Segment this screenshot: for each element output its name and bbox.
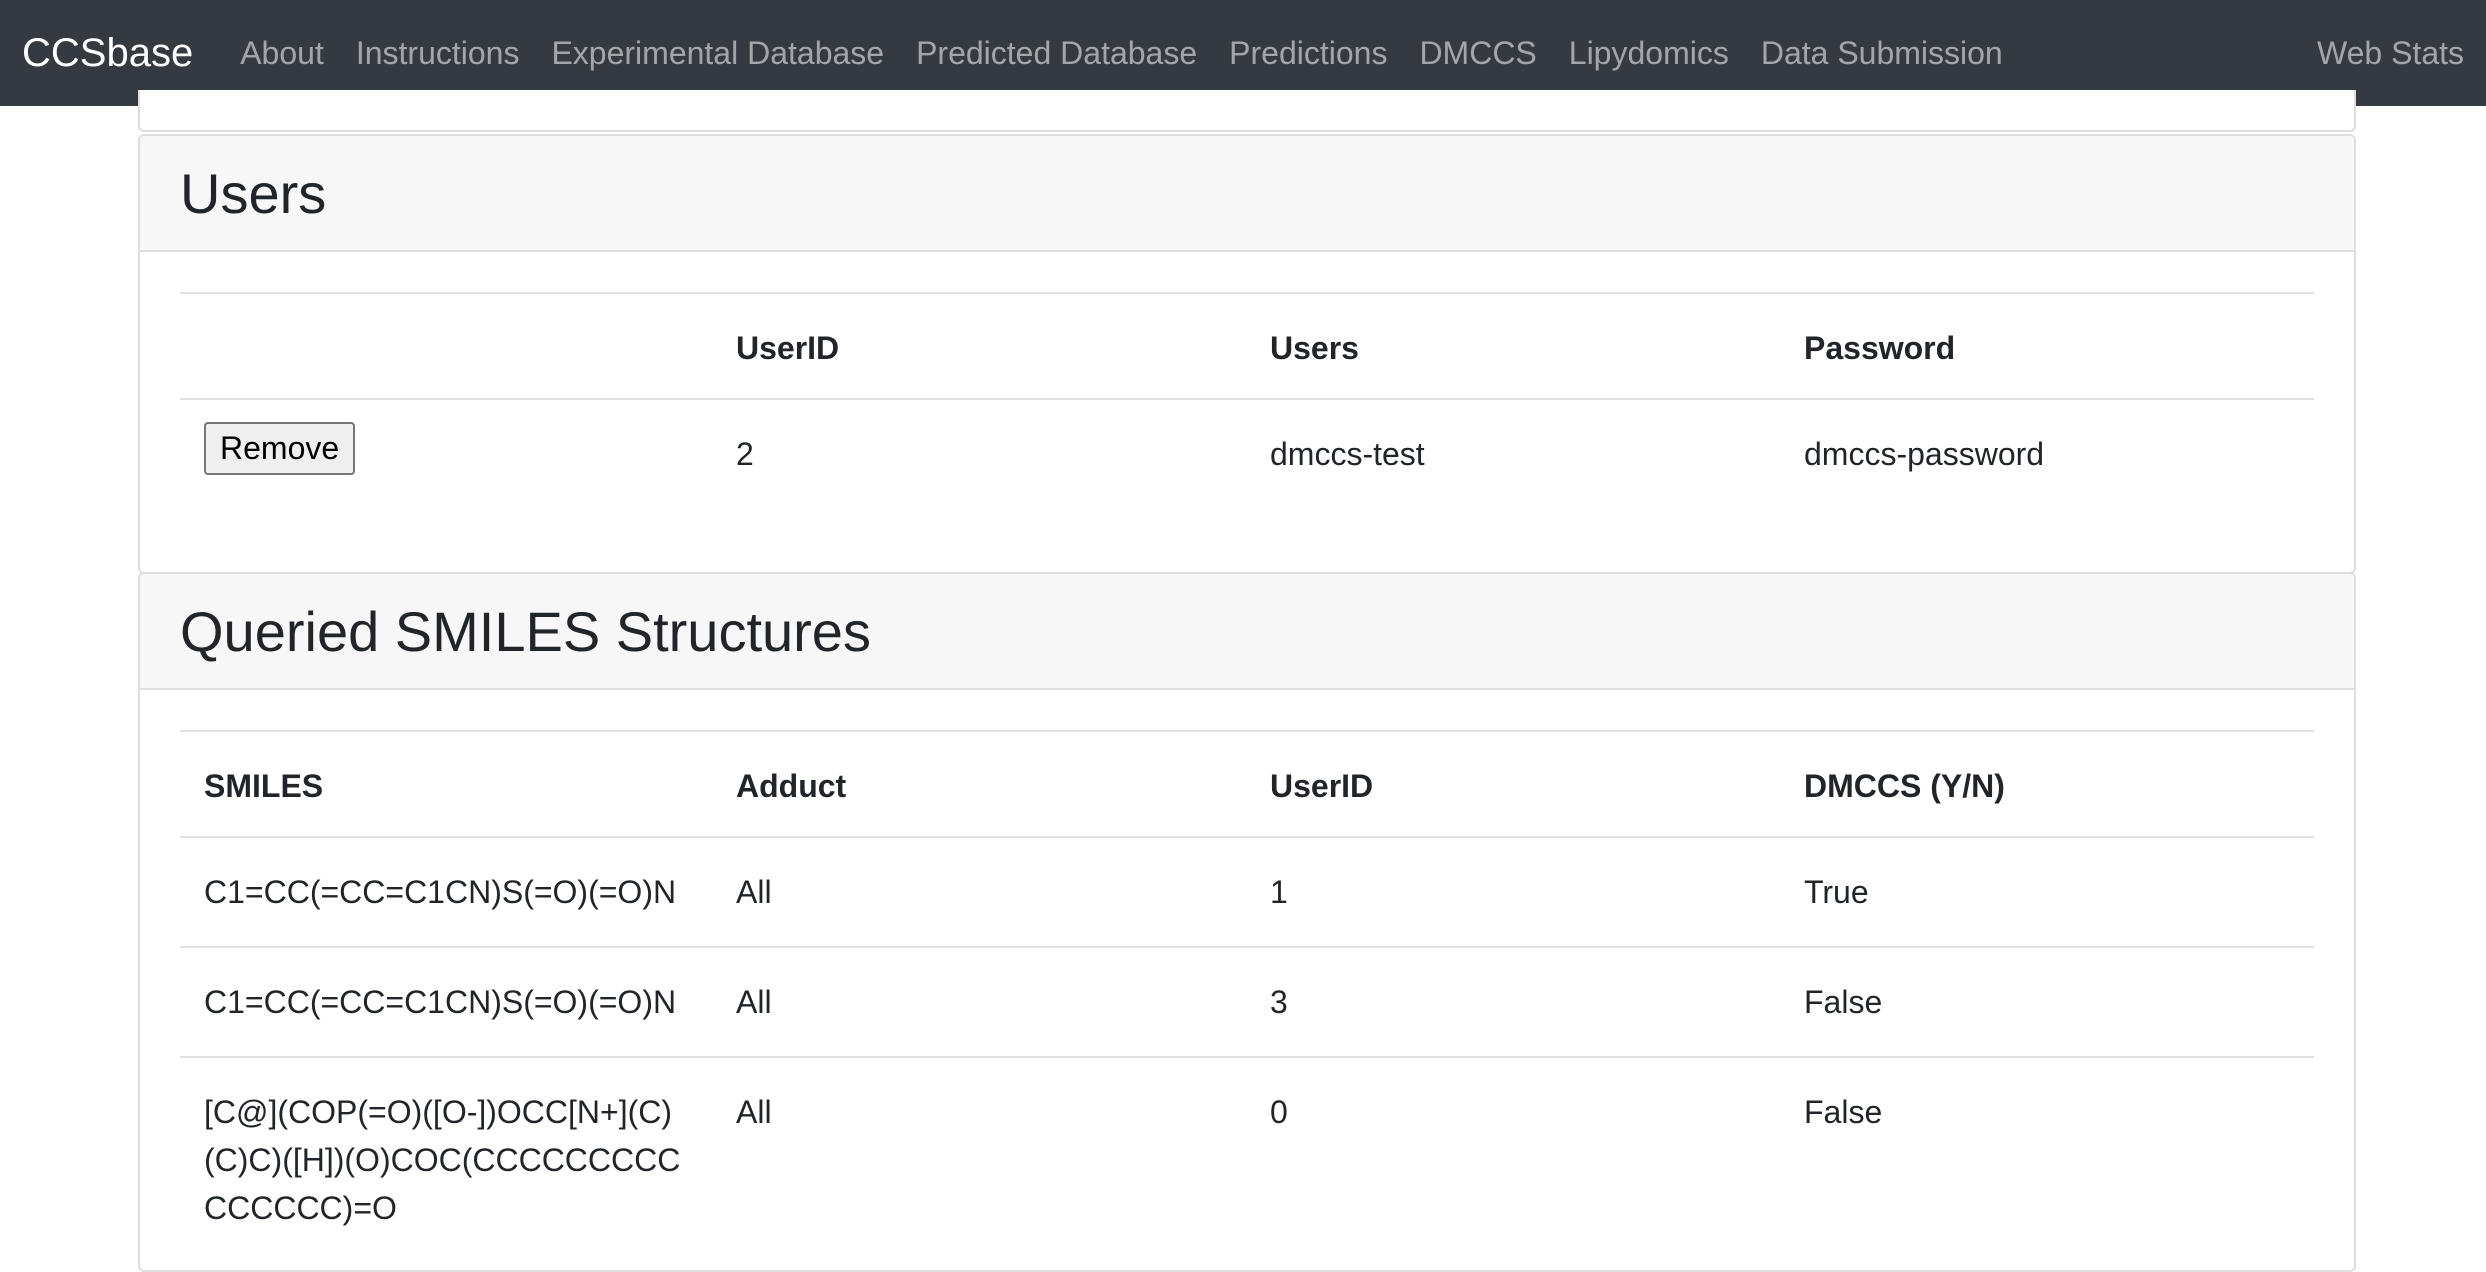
users-card: Users UserID Users Password Remove 2 dmc… <box>138 134 2356 574</box>
previous-card-edge <box>138 90 2356 132</box>
smiles-col-smiles: SMILES <box>180 730 712 838</box>
users-card-body: UserID Users Password Remove 2 dmccs-tes… <box>140 252 2354 508</box>
smiles-col-adduct: Adduct <box>712 730 1246 838</box>
smiles-card-header: Queried SMILES Structures <box>140 574 2354 690</box>
nav-web-stats[interactable]: Web Stats <box>2317 35 2464 72</box>
smiles-col-userid: UserID <box>1246 730 1780 838</box>
table-row: Remove 2 dmccs-test dmccs-password <box>180 398 2314 508</box>
nav-about[interactable]: About <box>240 35 324 72</box>
smiles-card: Queried SMILES Structures SMILES Adduct … <box>138 572 2356 1272</box>
nav-dmccs[interactable]: DMCCS <box>1419 35 1536 72</box>
users-card-title: Users <box>180 161 327 225</box>
nav-lipydomics[interactable]: Lipydomics <box>1569 35 1729 72</box>
smiles-cell: C1=CC(=CC=C1CN)S(=O)(=O)N <box>180 836 712 947</box>
dmccs-cell: False <box>1780 946 2314 1057</box>
users-username-cell: dmccs-test <box>1246 398 1780 508</box>
dmccs-cell: True <box>1780 836 2314 947</box>
nav-list: About Instructions Experimental Database… <box>240 35 2035 72</box>
nav-predictions[interactable]: Predictions <box>1229 35 1387 72</box>
users-col-action <box>180 292 712 400</box>
remove-user-button[interactable]: Remove <box>204 422 356 475</box>
users-password-cell: dmccs-password <box>1780 398 2314 508</box>
users-col-userid: UserID <box>712 292 1246 400</box>
table-row: [C@](COP(=O)([O-])OCC[N+](C)(C)C)([H])(O… <box>180 1056 2314 1262</box>
nav-predicted-database[interactable]: Predicted Database <box>916 35 1197 72</box>
users-col-users: Users <box>1246 292 1780 400</box>
nav-instructions[interactable]: Instructions <box>356 35 520 72</box>
users-col-password: Password <box>1780 292 2314 400</box>
smiles-cell: [C@](COP(=O)([O-])OCC[N+](C)(C)C)([H])(O… <box>180 1056 712 1262</box>
users-userid-cell: 2 <box>712 398 1246 508</box>
nav-data-submission[interactable]: Data Submission <box>1761 35 2003 72</box>
adduct-cell: All <box>712 836 1246 947</box>
smiles-table-header-row: SMILES Adduct UserID DMCCS (Y/N) <box>180 730 2314 838</box>
smiles-card-title: Queried SMILES Structures <box>180 599 871 663</box>
users-card-header: Users <box>140 136 2354 252</box>
users-table-header-row: UserID Users Password <box>180 292 2314 400</box>
table-row: C1=CC(=CC=C1CN)S(=O)(=O)N All 3 False <box>180 946 2314 1057</box>
smiles-table: SMILES Adduct UserID DMCCS (Y/N) C1=CC(=… <box>180 730 2314 1262</box>
userid-cell: 1 <box>1246 836 1780 947</box>
userid-cell: 0 <box>1246 1056 1780 1262</box>
users-action-cell: Remove <box>180 398 712 508</box>
smiles-card-body: SMILES Adduct UserID DMCCS (Y/N) C1=CC(=… <box>140 690 2354 1262</box>
brand-logo[interactable]: CCSbase <box>22 31 193 76</box>
users-table: UserID Users Password Remove 2 dmccs-tes… <box>180 292 2314 508</box>
smiles-cell: C1=CC(=CC=C1CN)S(=O)(=O)N <box>180 946 712 1057</box>
nav-experimental-database[interactable]: Experimental Database <box>551 35 884 72</box>
userid-cell: 3 <box>1246 946 1780 1057</box>
adduct-cell: All <box>712 1056 1246 1262</box>
dmccs-cell: False <box>1780 1056 2314 1262</box>
smiles-col-dmccs: DMCCS (Y/N) <box>1780 730 2314 838</box>
table-row: C1=CC(=CC=C1CN)S(=O)(=O)N All 1 True <box>180 836 2314 947</box>
adduct-cell: All <box>712 946 1246 1057</box>
